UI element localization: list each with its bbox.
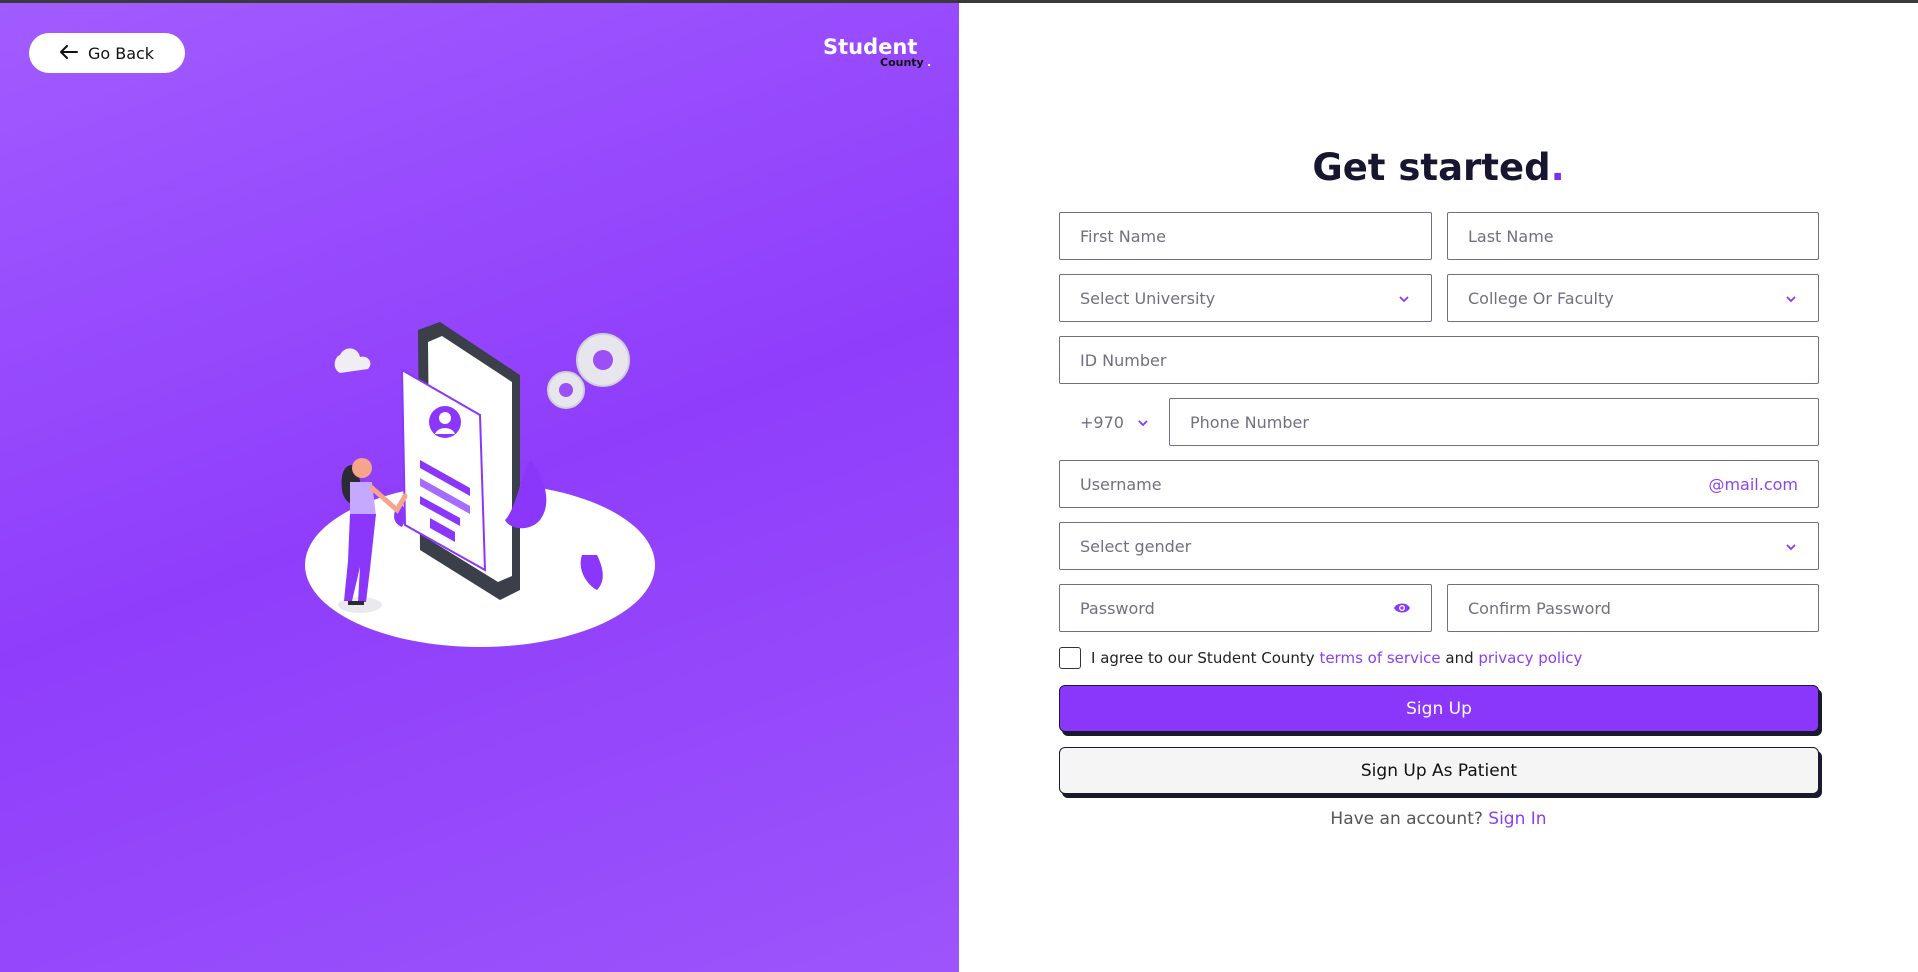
sign-up-patient-button[interactable]: Sign Up As Patient <box>1059 747 1819 794</box>
chevron-down-icon <box>1136 415 1150 429</box>
confirm-password-input[interactable]: Confirm Password <box>1447 584 1819 632</box>
agree-checkbox[interactable] <box>1059 647 1081 669</box>
brand-logo-dot: . <box>927 56 932 69</box>
brand-logo[interactable]: Student County . <box>823 35 933 75</box>
country-code-value: +970 <box>1080 412 1124 432</box>
gender-select[interactable]: Select gender <box>1059 522 1819 570</box>
confirm-password-placeholder: Confirm Password <box>1468 598 1611 618</box>
university-select[interactable]: Select University <box>1059 274 1432 322</box>
gender-placeholder: Select gender <box>1080 536 1192 556</box>
last-name-input[interactable]: Last Name <box>1447 212 1819 260</box>
agree-and-text: and <box>1445 649 1474 667</box>
go-back-button[interactable]: Go Back <box>29 33 185 73</box>
privacy-policy-link[interactable]: privacy policy <box>1478 649 1582 667</box>
have-account-text: Have an account? <box>1330 809 1483 829</box>
university-placeholder: Select University <box>1080 288 1216 308</box>
chevron-down-icon <box>1784 291 1798 305</box>
terms-of-service-link[interactable]: terms of service <box>1319 649 1440 667</box>
phone-number-input[interactable]: Phone Number <box>1169 398 1819 446</box>
chevron-down-icon <box>1784 539 1798 553</box>
phone-number-placeholder: Phone Number <box>1190 412 1309 432</box>
last-name-placeholder: Last Name <box>1468 226 1554 246</box>
sign-up-label: Sign Up <box>1406 698 1472 719</box>
window-top-border <box>0 0 1918 3</box>
agree-text: I agree to our Student County <box>1091 649 1315 667</box>
username-domain-suffix: @mail.com <box>1708 474 1798 494</box>
sign-up-button[interactable]: Sign Up <box>1059 685 1819 732</box>
terms-agreement: I agree to our Student County terms of s… <box>1059 647 1582 669</box>
first-name-input[interactable]: First Name <box>1059 212 1432 260</box>
college-select[interactable]: College Or Faculty <box>1447 274 1819 322</box>
page-title-text: Get started <box>1312 146 1551 189</box>
username-placeholder: Username <box>1080 474 1162 494</box>
arrow-left-icon <box>59 44 78 63</box>
eye-icon[interactable] <box>1393 599 1411 618</box>
college-placeholder: College Or Faculty <box>1468 288 1614 308</box>
first-name-placeholder: First Name <box>1080 226 1166 246</box>
id-number-input[interactable]: ID Number <box>1059 336 1819 384</box>
sign-in-link[interactable]: Sign In <box>1488 809 1546 829</box>
username-input[interactable]: Username @mail.com <box>1059 460 1819 508</box>
brand-logo-line2: County <box>880 56 924 69</box>
signup-illustration <box>305 322 655 647</box>
password-placeholder: Password <box>1080 598 1155 618</box>
password-input[interactable]: Password <box>1059 584 1432 632</box>
sign-up-patient-label: Sign Up As Patient <box>1360 760 1518 781</box>
chevron-down-icon <box>1397 291 1411 305</box>
country-code-select[interactable]: +970 <box>1060 398 1160 446</box>
id-number-placeholder: ID Number <box>1080 350 1167 370</box>
page-title-dot: . <box>1550 146 1565 189</box>
page-title: Get started. <box>959 146 1918 189</box>
hero-panel: Go Back Student County . <box>0 0 959 972</box>
go-back-label: Go Back <box>87 43 155 63</box>
sign-in-prompt: Have an account? Sign In <box>959 809 1918 829</box>
